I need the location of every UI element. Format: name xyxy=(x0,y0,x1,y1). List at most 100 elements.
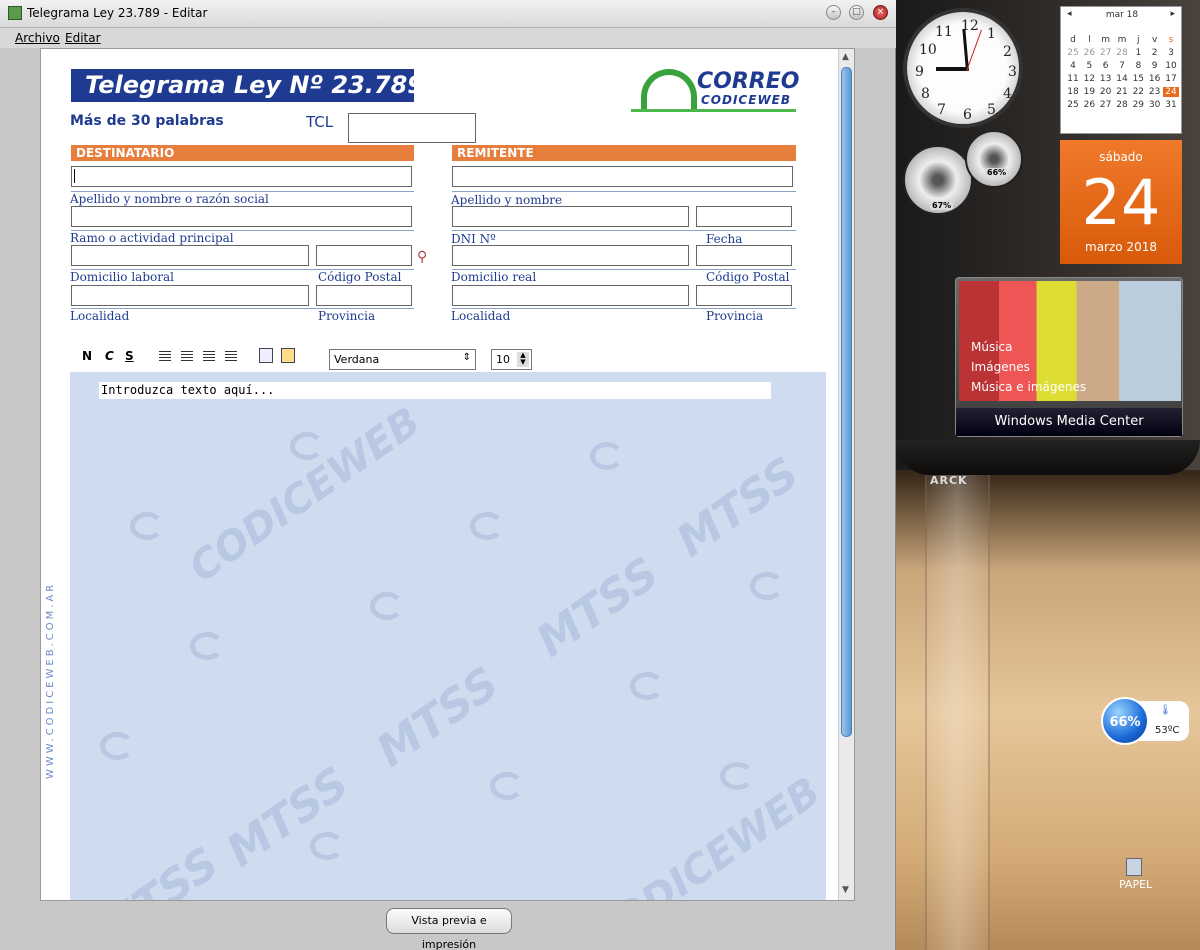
calendar-day[interactable]: 8 xyxy=(1130,61,1146,71)
calendar-day[interactable]: 29 xyxy=(1130,100,1146,110)
calendar-day[interactable]: 17 xyxy=(1163,74,1179,84)
clock-gadget[interactable]: 12 1 2 3 4 5 6 7 8 9 10 11 xyxy=(903,8,1023,128)
logo-main-text: CORREO xyxy=(697,69,800,94)
swirl-watermark-icon xyxy=(190,632,224,660)
remitente-heading: REMITENTE xyxy=(452,145,796,161)
telegram-title: Telegrama Ley Nº 23.789 xyxy=(85,71,424,99)
destinatario-domicilio-field[interactable] xyxy=(71,245,309,266)
watermark-paper[interactable]: CODICEWEB MTSS MTSS MTSS MTSS MTSS CODIC… xyxy=(70,372,826,900)
destinatario-localidad-field[interactable] xyxy=(71,285,309,306)
label-provincia: Provincia xyxy=(318,309,376,323)
destinatario-provincia-field[interactable] xyxy=(316,285,412,306)
calendar-day[interactable]: 11 xyxy=(1065,74,1081,84)
calendar-day[interactable]: 26 xyxy=(1081,100,1097,110)
calendar-day[interactable]: 22 xyxy=(1130,87,1146,97)
remitente-dni-field[interactable] xyxy=(452,206,689,227)
correo-logo: CORREO CODICEWEB xyxy=(631,65,800,112)
remitente-provincia-field[interactable] xyxy=(696,285,792,306)
calendar-gadget[interactable]: ◂ mar 18 ▸ d l m m j v s 25 26 27 28 1 2… xyxy=(1060,6,1182,264)
calendar-day[interactable]: 19 xyxy=(1081,87,1097,97)
calendar-day[interactable]: 23 xyxy=(1147,87,1163,97)
scroll-up-icon[interactable]: ▲ xyxy=(842,52,849,62)
calendar-day[interactable]: 25 xyxy=(1065,48,1081,58)
calendar-day[interactable]: 31 xyxy=(1163,100,1179,110)
calendar-day[interactable]: 21 xyxy=(1114,87,1130,97)
calendar-day[interactable]: 4 xyxy=(1065,61,1081,71)
calendar-day[interactable]: 6 xyxy=(1098,61,1114,71)
align-right-icon[interactable] xyxy=(203,351,215,362)
next-month-icon[interactable]: ▸ xyxy=(1170,9,1175,19)
calendar-day[interactable]: 20 xyxy=(1098,87,1114,97)
message-textarea[interactable]: Introduzca texto aquí... xyxy=(99,382,771,399)
telegram-document: Telegrama Ley Nº 23.789 CORREO CODICEWEB… xyxy=(40,48,855,901)
cpu-usage-gadget[interactable]: 66% xyxy=(1101,697,1149,745)
remitente-localidad-field[interactable] xyxy=(452,285,689,306)
memory-meter-gadget[interactable]: 66% xyxy=(965,130,1023,188)
align-left-icon[interactable] xyxy=(159,351,171,362)
calendar-day[interactable]: 12 xyxy=(1081,74,1097,84)
underline-button[interactable]: S xyxy=(125,349,134,363)
remitente-cp-field[interactable] xyxy=(696,245,792,266)
calendar-day[interactable]: 30 xyxy=(1147,100,1163,110)
weekday: l xyxy=(1088,35,1091,45)
calendar-day[interactable]: 7 xyxy=(1114,61,1130,71)
vertical-scrollbar[interactable]: ▲ ▼ xyxy=(838,49,854,900)
calendar-day[interactable]: 14 xyxy=(1114,74,1130,84)
close-button[interactable]: × xyxy=(873,5,888,20)
destinatario-ramo-field[interactable] xyxy=(71,206,412,227)
calendar-day[interactable]: 9 xyxy=(1147,61,1163,71)
cpu-meter-gadget[interactable]: 67% xyxy=(903,145,973,215)
align-justify-icon[interactable] xyxy=(225,351,237,362)
calendar-day[interactable]: 18 xyxy=(1065,87,1081,97)
calendar-day[interactable]: 27 xyxy=(1098,100,1114,110)
paste-icon[interactable] xyxy=(281,348,295,363)
calendar-day[interactable]: 2 xyxy=(1147,48,1163,58)
bold-button[interactable]: N xyxy=(82,349,92,363)
calendar-day[interactable]: 15 xyxy=(1130,74,1146,84)
menu-editar[interactable]: Editar xyxy=(65,31,101,45)
preview-print-button[interactable]: Vista previa e impresión xyxy=(386,908,512,950)
destinatario-name-field[interactable] xyxy=(71,166,412,187)
calendar-day-today[interactable]: 24 xyxy=(1162,87,1179,97)
align-center-icon[interactable] xyxy=(181,351,193,362)
menu-archivo[interactable]: Archivo xyxy=(15,31,60,45)
tcl-input[interactable] xyxy=(348,113,476,143)
remitente-fecha-field[interactable] xyxy=(696,206,792,227)
media-center-gadget[interactable]: Música Imágenes Música e imágenes Window… xyxy=(955,277,1183,437)
calendar-day[interactable]: 25 xyxy=(1065,100,1081,110)
search-icon[interactable]: ⚲ xyxy=(417,249,427,265)
remitente-domicilio-field[interactable] xyxy=(452,245,689,266)
maximize-button[interactable]: □ xyxy=(849,5,864,20)
calendar-day[interactable]: 28 xyxy=(1114,100,1130,110)
calendar-day[interactable]: 13 xyxy=(1098,74,1114,84)
hour-hand xyxy=(936,67,966,71)
calendar-day[interactable]: 5 xyxy=(1081,61,1097,71)
label-dni: DNI Nº xyxy=(451,232,496,246)
calendar-day[interactable]: 10 xyxy=(1163,61,1179,71)
calendar-day[interactable]: 28 xyxy=(1114,48,1130,58)
title-bar[interactable]: Telegrama Ley 23.789 - Editar – □ × xyxy=(0,0,896,28)
scroll-thumb[interactable] xyxy=(841,67,852,737)
media-item-musica-imagenes[interactable]: Música e imágenes xyxy=(971,380,1086,394)
calendar-day[interactable]: 3 xyxy=(1163,48,1179,58)
menu-bar: Archivo Editar xyxy=(0,28,896,48)
destinatario-cp-field[interactable] xyxy=(316,245,412,266)
remitente-name-field[interactable] xyxy=(452,166,793,187)
minimize-button[interactable]: – xyxy=(826,5,841,20)
font-size-select[interactable]: 10 ▲ ▼ xyxy=(491,349,532,370)
calendar-day[interactable]: 1 xyxy=(1130,48,1146,58)
recycle-bin-icon[interactable] xyxy=(1126,858,1142,876)
italic-button[interactable]: C xyxy=(105,349,114,363)
calendar-day[interactable]: 27 xyxy=(1098,48,1114,58)
scroll-down-icon[interactable]: ▼ xyxy=(842,885,849,895)
media-item-musica[interactable]: Música xyxy=(971,340,1013,354)
calendar-day[interactable]: 26 xyxy=(1081,48,1097,58)
swirl-watermark-icon xyxy=(590,442,624,470)
clock-number: 4 xyxy=(1003,86,1012,102)
media-item-imagenes[interactable]: Imágenes xyxy=(971,360,1030,374)
font-family-select[interactable]: Verdana ⇕ xyxy=(329,349,476,370)
copy-icon[interactable] xyxy=(259,348,273,363)
calendar-month-label: mar 18 xyxy=(1105,10,1139,20)
calendar-day[interactable]: 16 xyxy=(1147,74,1163,84)
recycle-bin-label[interactable]: PAPEL xyxy=(1119,878,1152,891)
